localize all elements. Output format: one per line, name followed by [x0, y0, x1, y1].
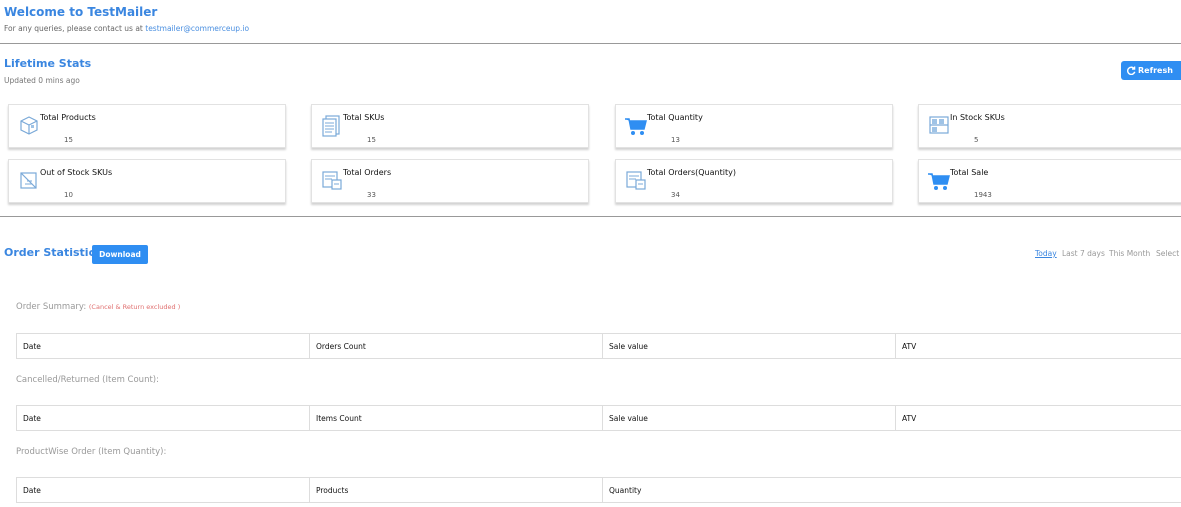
- column-header: Products: [310, 478, 603, 502]
- lifetime-stats-title: Lifetime Stats: [4, 57, 92, 70]
- stat-card-total-skus: Total SKUs 15: [311, 104, 589, 148]
- column-header: Date: [17, 334, 310, 358]
- column-header: Sale value: [603, 334, 896, 358]
- stat-label: In Stock SKUs: [950, 113, 1005, 122]
- column-header: Sale value: [603, 406, 896, 430]
- stat-value: 34: [671, 191, 680, 199]
- stat-value: 1943: [974, 191, 992, 199]
- order-summary-table-header: Date Orders Count Sale value ATV: [16, 333, 1181, 359]
- stat-card-total-orders-quantity: Total Orders(Quantity) 34: [615, 159, 893, 203]
- stat-card-in-stock-skus: In Stock SKUs 5: [918, 104, 1181, 148]
- contact-email-link[interactable]: testmailer@commerceup.io: [145, 24, 249, 33]
- range-this-month[interactable]: This Month: [1109, 249, 1150, 258]
- refresh-label: Refresh: [1138, 66, 1173, 75]
- divider: [0, 216, 1181, 217]
- cancelled-heading: Cancelled/Returned (Item Count):: [16, 375, 159, 385]
- productwise-table-header: Date Products Quantity: [16, 477, 1181, 503]
- stat-label: Total SKUs: [343, 113, 385, 122]
- order-summary-title: Order Summary:: [16, 302, 87, 312]
- stat-label: Total Quantity: [647, 113, 703, 122]
- productwise-heading: ProductWise Order (Item Quantity):: [16, 447, 167, 457]
- stat-label: Out of Stock SKUs: [40, 168, 113, 177]
- column-header: Items Count: [310, 406, 603, 430]
- range-last-7-days[interactable]: Last 7 days: [1062, 249, 1105, 258]
- order-statistics-title: Order Statistics:: [4, 246, 107, 259]
- stat-value: 5: [974, 136, 979, 144]
- refresh-button[interactable]: Refresh: [1121, 61, 1181, 80]
- column-header: ATV: [902, 341, 917, 351]
- divider: [0, 43, 1181, 44]
- box-icon: [20, 116, 38, 135]
- download-button[interactable]: Download: [92, 245, 148, 264]
- page-title: Welcome to TestMailer: [4, 5, 158, 19]
- range-select[interactable]: Select: [1156, 249, 1179, 258]
- updated-text: Updated 0 mins ago: [4, 76, 80, 85]
- stat-value: 10: [64, 191, 73, 199]
- stat-label: Total Orders(Quantity): [647, 168, 736, 177]
- stat-card-total-quantity: Total Quantity 13: [615, 104, 893, 148]
- refresh-icon: [1127, 66, 1136, 75]
- orders-icon: [626, 171, 646, 190]
- column-header: Date: [17, 406, 310, 430]
- column-header: Quantity: [609, 485, 642, 495]
- orders-icon: [322, 171, 342, 190]
- order-summary-note: (Cancel & Return excluded ): [88, 303, 181, 311]
- order-summary-heading: Order Summary: (Cancel & Return excluded…: [16, 302, 180, 312]
- out-of-stock-icon: [20, 172, 37, 189]
- stat-card-out-of-stock: Out of Stock SKUs 10: [8, 159, 286, 203]
- stat-value: 15: [64, 136, 73, 144]
- stat-label: Total Sale: [950, 168, 989, 177]
- column-header: Orders Count: [310, 334, 603, 358]
- stat-value: 15: [367, 136, 376, 144]
- stat-value: 33: [367, 191, 376, 199]
- range-today[interactable]: Today: [1035, 249, 1057, 258]
- stat-card-total-products: Total Products 15: [8, 104, 286, 148]
- column-header: ATV: [902, 413, 917, 423]
- stat-value: 13: [671, 136, 680, 144]
- column-header: Date: [17, 478, 310, 502]
- stat-card-total-orders: Total Orders 33: [311, 159, 589, 203]
- cart-icon: [625, 118, 647, 135]
- cancelled-table-header: Date Items Count Sale value ATV: [16, 405, 1181, 431]
- stat-card-total-sale: Total Sale 1943: [918, 159, 1181, 203]
- document-icon: [322, 115, 340, 137]
- shelf-icon: [929, 116, 949, 134]
- contact-prefix: For any queries, please contact us at: [4, 24, 143, 33]
- stat-label: Total Products: [40, 113, 96, 122]
- stat-label: Total Orders: [343, 168, 392, 177]
- cart-icon: [928, 173, 950, 190]
- contact-line: For any queries, please contact us at te…: [4, 24, 249, 33]
